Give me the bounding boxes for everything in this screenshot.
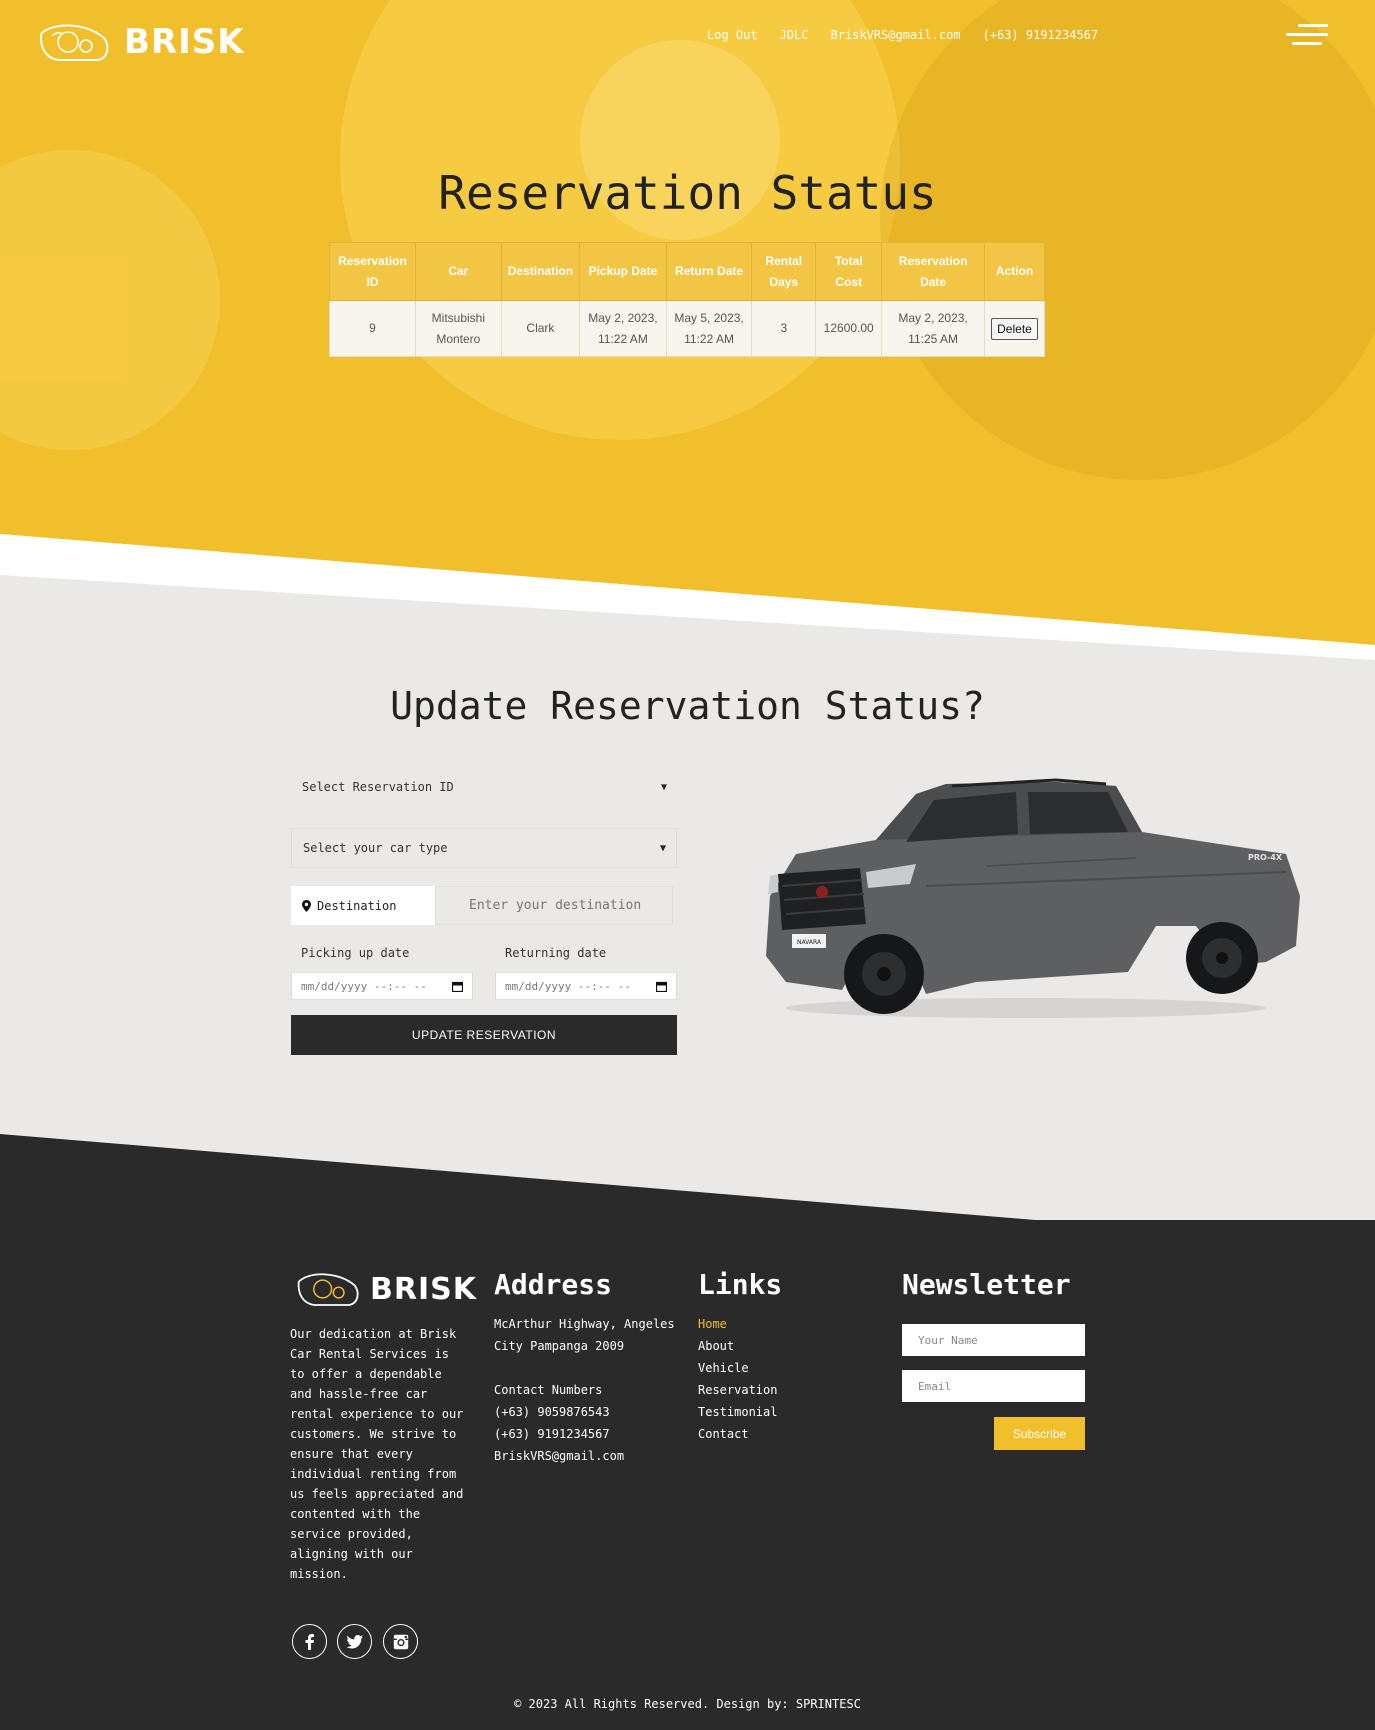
reservation-id-select[interactable]: Select Reservation ID ▼ [291,767,677,807]
header-email[interactable]: BriskVRS@gmail.com [830,28,960,42]
copyright-text: © 2023 All Rights Reserved. Design by: S… [514,1697,861,1711]
footer-newsletter-heading: Newsletter [902,1268,1071,1301]
pickup-date-placeholder: mm/dd/yyyy --:-- -- [301,979,427,993]
brand-logo[interactable]: BRISK [38,20,245,64]
destination-label: Destination [291,886,435,925]
table-header-row: Reservation ID Car Destination Pickup Da… [329,242,1046,301]
pickup-date-input[interactable]: mm/dd/yyyy --:-- -- [291,972,473,1000]
truck-plate-text: NAVARA [797,939,822,946]
truck-badge-text: PRO-4X [1248,853,1283,862]
facebook-icon[interactable] [292,1624,327,1659]
newsletter-name-input[interactable]: Your Name [902,1324,1085,1356]
destination-label-text: Destination [317,898,397,913]
destination-input[interactable]: Enter your destination [435,886,673,925]
th-destination: Destination [500,242,581,301]
cell-action: Delete [983,300,1046,357]
table-row: 9 Mitsubishi Montero Clark May 2, 2023, … [329,300,1046,357]
footer-brand-name: BRISK [370,1271,477,1307]
top-nav: Log Out JDLC BriskVRS@gmail.com (+63) 91… [707,28,1098,42]
footer-address-heading: Address [494,1268,613,1301]
th-total-cost: Total Cost [815,242,883,301]
footer-link-vehicle[interactable]: Vehicle [698,1357,777,1379]
location-pin-icon [302,899,311,912]
update-reservation-button[interactable]: UPDATE RESERVATION [291,1015,677,1055]
cell-return-date: May 5, 2023, 11:22 AM [665,300,753,357]
footer-link-contact[interactable]: Contact [698,1423,777,1445]
car-headlight-logo-icon [39,24,109,61]
return-date-label: Returning date [505,946,607,960]
car-type-select[interactable]: Select your car type ▼ [291,828,677,868]
cell-reservation-date: May 2, 2023, 11:25 AM [881,300,985,357]
footer-phone-1[interactable]: (+63) 9059876543 [494,1401,610,1423]
logout-link[interactable]: Log Out [707,28,758,42]
reservation-table: Reservation ID Car Destination Pickup Da… [329,242,1046,357]
instagram-icon[interactable] [383,1624,418,1659]
cell-car: Mitsubishi Montero [414,300,502,357]
footer-logo[interactable]: BRISK [296,1269,477,1309]
footer-phone-2[interactable]: (+63) 9191234567 [494,1423,610,1445]
menu-icon[interactable] [1286,24,1328,48]
th-pickup-date: Pickup Date [579,242,667,301]
calendar-icon[interactable] [452,981,463,992]
footer-link-about[interactable]: About [698,1335,777,1357]
th-car: Car [414,242,502,301]
twitter-icon[interactable] [337,1624,372,1659]
footer-link-reservation[interactable]: Reservation [698,1379,777,1401]
newsletter-email-input[interactable]: Email [902,1370,1085,1402]
update-title: Update Reservation Status? [390,684,985,728]
cell-destination: Clark [500,300,581,357]
pickup-truck-image: NAVARA PRO-4X [766,778,1300,1018]
return-date-input[interactable]: mm/dd/yyyy --:-- -- [495,972,677,1000]
footer-address: McArthur Highway, Angeles City Pampanga … [494,1317,675,1353]
cell-reservation-id: 9 [329,300,416,357]
footer-link-home[interactable]: Home [698,1313,777,1335]
pickup-date-label: Picking up date [301,946,410,960]
th-reservation-id: Reservation ID [329,242,416,301]
delete-button[interactable]: Delete [991,317,1038,340]
hero-bg-shape [880,0,1375,480]
caret-down-icon: ▼ [659,842,666,854]
caret-down-icon: ▼ [660,781,667,793]
user-name[interactable]: JDLC [780,28,809,42]
page-title: Reservation Status [438,166,937,220]
cell-pickup-date: May 2, 2023, 11:22 AM [579,300,667,357]
subscribe-button[interactable]: Subscribe [994,1417,1085,1450]
th-return-date: Return Date [665,242,753,301]
th-reservation-date: Reservation Date [881,242,985,301]
reservation-id-select-label: Select Reservation ID [302,780,454,794]
header-phone[interactable]: (+63) 9191234567 [983,28,1099,42]
cell-total-cost: 12600.00 [815,300,883,357]
calendar-icon[interactable] [656,981,667,992]
car-headlight-logo-icon [297,1273,359,1306]
brand-name: BRISK [124,22,245,62]
footer-links: Home About Vehicle Reservation Testimoni… [698,1313,777,1445]
footer-contact-heading: Contact Numbers [494,1383,603,1397]
footer-email[interactable]: BriskVRS@gmail.com [494,1445,624,1467]
footer-about-text: Our dedication at Brisk Car Rental Servi… [290,1327,464,1581]
destination-field: Destination Enter your destination [291,886,673,925]
footer-link-testimonial[interactable]: Testimonial [698,1401,777,1423]
th-rental-days: Rental Days [751,242,817,301]
footer-links-heading: Links [698,1268,783,1301]
car-type-select-label: Select your car type [303,841,448,855]
cell-rental-days: 3 [751,300,817,357]
return-date-placeholder: mm/dd/yyyy --:-- -- [505,979,631,993]
th-action: Action [983,242,1046,301]
